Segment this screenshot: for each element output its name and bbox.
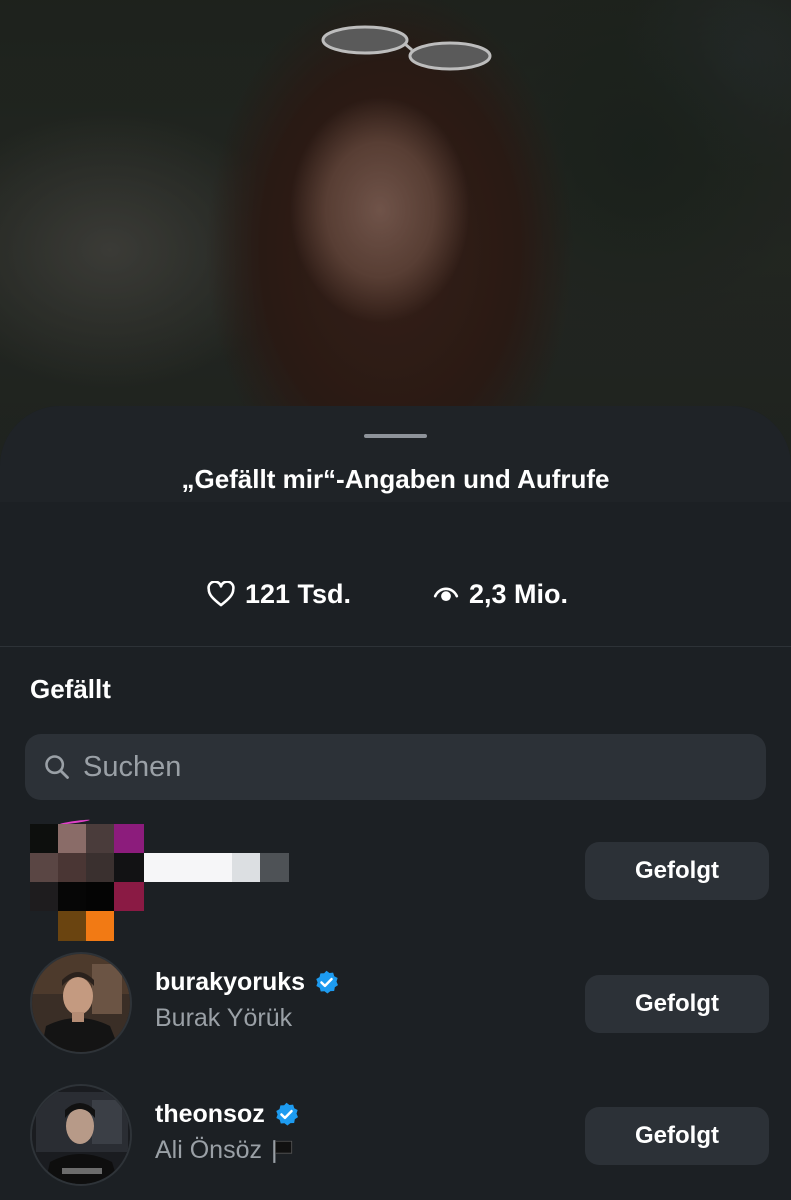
profile-picture: [32, 954, 130, 1052]
avatar[interactable]: [30, 952, 132, 1054]
stats-row: 121 Tsd. 2,3 Mio.: [0, 574, 791, 614]
sheet-header: „Gefällt mir“-Angaben und Aufrufe: [0, 406, 791, 502]
avatar[interactable]: [30, 1084, 132, 1186]
following-button[interactable]: Gefolgt: [585, 1107, 769, 1165]
views-count: 2,3 Mio.: [469, 578, 569, 609]
likes-count: 121 Tsd.: [245, 578, 352, 609]
user-row-censored[interactable]: Gefolgt: [0, 816, 791, 941]
full-name: Ali Önsöz: [155, 1136, 296, 1165]
following-button[interactable]: Gefolgt: [585, 842, 769, 900]
username-text: theonsoz: [155, 1100, 265, 1128]
section-divider: [0, 646, 791, 647]
views-stat: 2,3 Mio.: [433, 574, 568, 614]
username[interactable]: theonsoz: [155, 1100, 300, 1129]
black-flag-icon: [273, 1139, 293, 1163]
eye-icon: [433, 587, 459, 602]
heart-outline-icon: [207, 581, 235, 607]
verified-badge-icon: [316, 970, 339, 994]
full-name-text: Ali Önsöz: [155, 1136, 262, 1164]
search-input[interactable]: [83, 750, 723, 784]
likes-stat: 121 Tsd.: [207, 574, 351, 614]
user-row-burakyoruks[interactable]: burakyoruks Burak Yörük Gefolgt: [0, 952, 791, 1062]
search-bar[interactable]: [25, 734, 766, 800]
likes-views-sheet: „Gefällt mir“-Angaben und Aufrufe 121 Ts…: [0, 406, 791, 1200]
sunglasses-graphic: [321, 25, 492, 71]
profile-picture: [32, 1086, 130, 1184]
username[interactable]: burakyoruks: [155, 968, 340, 997]
username-text: burakyoruks: [155, 968, 306, 996]
verified-badge-icon: [275, 1102, 298, 1126]
full-name-text: Burak Yörük: [155, 1004, 293, 1032]
sheet-grabber[interactable]: [364, 434, 427, 438]
sheet-title: „Gefällt mir“-Angaben und Aufrufe: [181, 464, 610, 494]
user-row-theonsoz[interactable]: theonsoz Ali Önsöz Gefolgt: [0, 1084, 791, 1194]
search-icon: [45, 755, 69, 779]
full-name: Burak Yörük: [155, 1004, 292, 1033]
likes-section-title: Gefällt: [30, 674, 111, 704]
following-button[interactable]: Gefolgt: [585, 975, 769, 1033]
